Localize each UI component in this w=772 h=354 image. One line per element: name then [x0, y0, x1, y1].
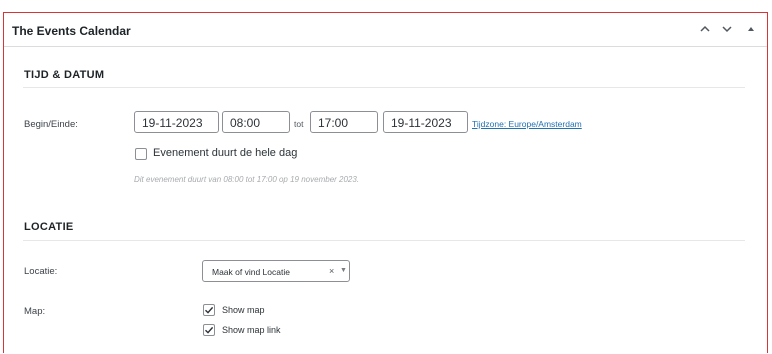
section-divider [23, 240, 745, 241]
end-date-input[interactable]: 19-11-2023 [383, 111, 468, 133]
map-label: Map: [24, 306, 46, 317]
chevron-down-icon[interactable] [720, 22, 734, 36]
checkmark-icon [205, 326, 214, 334]
location-section-title: LOCATIE [24, 221, 74, 233]
clear-icon[interactable]: × [329, 266, 334, 276]
show-map-label: Show map [222, 305, 265, 315]
section-divider [23, 87, 745, 88]
event-duration-summary: Dit evenement duurt van 08:00 tot 17:00 … [134, 175, 360, 184]
datetime-section-title: TIJD & DATUM [24, 69, 105, 81]
chevron-up-icon[interactable] [698, 22, 712, 36]
metabox-title: The Events Calendar [12, 24, 131, 38]
range-separator: tot [294, 119, 304, 129]
start-time-input[interactable]: 08:00 [222, 111, 290, 133]
timezone-link[interactable]: Tijdzone: Europe/Amsterdam [472, 119, 582, 129]
show-map-link-label: Show map link [222, 325, 281, 335]
venue-label: Locatie: [24, 266, 58, 277]
dropdown-arrow-icon[interactable]: ▼ [340, 267, 347, 274]
show-map-checkbox[interactable] [203, 304, 215, 316]
checkmark-icon [205, 306, 214, 314]
end-time-input[interactable]: 17:00 [310, 111, 378, 133]
metabox-header[interactable]: The Events Calendar [4, 13, 767, 47]
begin-end-label: Begin/Einde: [24, 119, 78, 130]
venue-select[interactable]: Maak of vind Locatie × ▼ [202, 260, 350, 282]
start-date-input[interactable]: 19-11-2023 [134, 111, 219, 133]
all-day-label: Evenement duurt de hele dag [153, 147, 298, 159]
events-calendar-metabox: The Events Calendar TIJD & DATUM Begin/E… [3, 12, 768, 353]
toggle-arrow-icon[interactable] [744, 22, 758, 36]
show-map-link-checkbox[interactable] [203, 324, 215, 336]
venue-select-value: Maak of vind Locatie [212, 267, 290, 277]
all-day-checkbox[interactable] [135, 148, 147, 160]
